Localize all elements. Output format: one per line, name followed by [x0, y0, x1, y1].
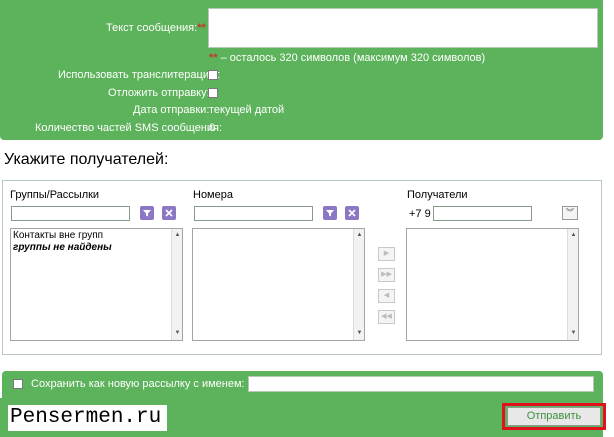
numbers-filter-button[interactable] [323, 206, 337, 220]
move-left-button[interactable]: ◀ [378, 289, 395, 303]
save-list-checkbox[interactable] [13, 379, 23, 389]
list-item[interactable]: Контакты вне групп [13, 230, 103, 241]
recipients-title: Укажите получателей: [4, 151, 169, 168]
groups-listbox[interactable]: Контакты вне групп группы не найдены ▲ ▼ [10, 228, 183, 341]
numbers-filter-input[interactable] [194, 206, 313, 221]
expand-button[interactable]: ︾ [562, 206, 578, 220]
funnel-icon [326, 210, 334, 217]
scroll-up-icon[interactable]: ▲ [355, 231, 364, 240]
sms-parts-label: Количество частей SMS сообщения: [35, 122, 223, 134]
sms-parts-value: 0 [209, 122, 216, 134]
close-icon [348, 209, 356, 217]
chars-note-mark: ** [209, 52, 218, 64]
funnel-icon [143, 210, 151, 217]
delay-checkbox[interactable] [208, 88, 218, 98]
groups-clear-button[interactable] [162, 206, 176, 220]
scroll-up-icon[interactable]: ▲ [173, 231, 182, 240]
move-right-button[interactable]: ▶ [378, 247, 395, 261]
delay-label: Отложить отправку: [108, 87, 210, 99]
scroll-down-icon[interactable]: ▼ [355, 329, 364, 338]
groups-header: Группы/Рассылки [10, 189, 100, 201]
double-chevron-down-icon: ︾ [566, 208, 574, 217]
watermark: Pensermen.ru [8, 405, 168, 431]
numbers-scrollbar[interactable]: ▲ ▼ [353, 229, 364, 340]
double-arrow-right-icon: ▶▶ [381, 271, 392, 278]
scroll-down-icon[interactable]: ▼ [569, 329, 578, 338]
numbers-clear-button[interactable] [345, 206, 359, 220]
groups-filter-input[interactable] [11, 206, 130, 221]
message-textarea[interactable] [208, 8, 598, 48]
selected-recipients-listbox[interactable]: ▲ ▼ [406, 228, 579, 341]
send-date-value: текущей датой [209, 104, 285, 116]
scroll-up-icon[interactable]: ▲ [569, 231, 578, 240]
phone-number-input[interactable] [433, 206, 532, 221]
send-button[interactable]: Отправить [507, 407, 601, 426]
save-list-label: Сохранить как новую рассылку с именем: [31, 378, 245, 390]
arrow-left-icon: ◀ [383, 292, 390, 299]
groups-empty-note: группы не найдены [13, 242, 112, 253]
close-icon [165, 209, 173, 217]
list-name-input[interactable] [248, 376, 594, 392]
numbers-header: Номера [193, 189, 233, 201]
groups-filter-button[interactable] [140, 206, 154, 220]
chars-remaining-note: ** – осталось 320 символов (максимум 320… [209, 52, 486, 64]
numbers-listbox[interactable]: ▲ ▼ [192, 228, 365, 341]
groups-scrollbar[interactable]: ▲ ▼ [171, 229, 182, 340]
scroll-down-icon[interactable]: ▼ [173, 329, 182, 338]
translit-label: Использовать транслитерацию: [58, 69, 221, 81]
double-arrow-left-icon: ◀◀ [381, 313, 392, 320]
selected-scrollbar[interactable]: ▲ ▼ [567, 229, 578, 340]
translit-checkbox[interactable] [208, 70, 218, 80]
arrow-right-icon: ▶ [383, 250, 390, 257]
phone-prefix: +7 9 [409, 208, 431, 220]
move-all-left-button[interactable]: ◀◀ [378, 310, 395, 324]
message-label: Текст сообщения:** [106, 22, 206, 34]
move-all-right-button[interactable]: ▶▶ [378, 268, 395, 282]
required-mark: ** [197, 22, 206, 34]
send-date-label: Дата отправки: [133, 104, 210, 116]
selected-header: Получатели [407, 189, 468, 201]
